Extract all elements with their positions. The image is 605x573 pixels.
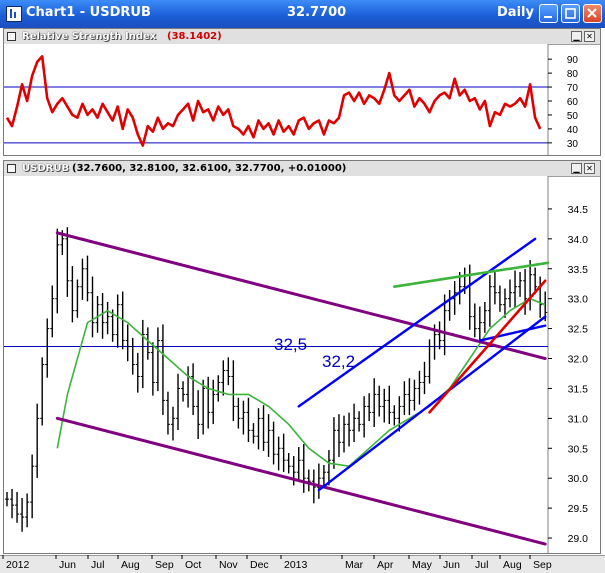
symbol-name: USDRUB: [22, 163, 70, 174]
window-title: Chart1 - USDRUB: [26, 5, 151, 20]
time-axis-label: 2012: [6, 559, 30, 571]
price-y-tick-label: 32.0: [568, 354, 589, 366]
price-y-tick-label: 34.0: [568, 234, 589, 246]
rsi-y-tick-label: 30: [567, 139, 579, 150]
chart-period[interactable]: Daily: [497, 5, 534, 20]
time-axis-label: Jul: [91, 559, 104, 571]
price-y-tick-label: 34.5: [568, 204, 589, 216]
time-axis-label: Dec: [250, 559, 269, 571]
price-pane-header: USDRUB (32.7600, 32.8100, 32.6100, 32.77…: [4, 161, 600, 177]
price-y-tick-label: 33.5: [568, 264, 589, 276]
close-icon: [587, 8, 597, 18]
minimize-icon: [544, 16, 552, 18]
price-y-tick-label: 30.0: [568, 473, 589, 485]
maximize-icon: [565, 8, 576, 19]
window-title-bar[interactable]: Chart1 - USDRUB 32.7700 Daily: [0, 0, 605, 28]
rsi-y-tick-label: 70: [567, 83, 579, 94]
pane-menu-icon[interactable]: [7, 32, 16, 41]
time-axis-label: Sep: [155, 559, 174, 571]
rsi-y-tick-label: 40: [567, 125, 579, 136]
rsi-plot-area: [4, 44, 548, 155]
time-axis-label: Jul: [475, 559, 488, 571]
rsi-y-tick-label: 60: [567, 97, 579, 108]
minimize-button[interactable]: [539, 4, 558, 23]
annotation-label: 32,2: [322, 352, 355, 371]
time-axis: 2012 Jun Jul Aug Sep Oct Nov Dec 2013 Mar Apr May Ju…: [2, 555, 552, 571]
pane-close-button[interactable]: ✕: [584, 31, 595, 42]
rsi-current-value: (38.1402): [167, 31, 222, 42]
rsi-y-tick-label: 50: [567, 111, 579, 122]
time-axis-label: Oct: [185, 559, 201, 571]
price-y-tick-label: 31.5: [568, 383, 589, 395]
rsi-y-tick-label: 90: [567, 55, 579, 66]
ohlc-values: (32.7600, 32.8100, 32.6100, 32.7700, +0.…: [72, 163, 347, 174]
chart-window-icon: [6, 6, 22, 22]
pane-close-button[interactable]: ✕: [584, 163, 595, 174]
time-axis-label: Jun: [59, 559, 76, 571]
time-axis-label: Mar: [345, 559, 364, 571]
time-axis-label: Aug: [503, 559, 522, 571]
time-axis-label: 2013: [284, 559, 308, 571]
time-axis-label: May: [412, 559, 433, 571]
price-y-tick-label: 32.5: [568, 324, 589, 336]
rsi-y-tick-label: 80: [567, 69, 579, 80]
rsi-chart[interactable]: 30 40 50 60 70 80 90: [4, 44, 600, 155]
price-y-tick-label: 29.0: [568, 533, 589, 545]
price-chart[interactable]: 29.0 29.5 30.0 30.5 31.0 31.5 32.0 32.5 33.0 33.5…: [4, 176, 600, 553]
time-axis-label: Apr: [377, 559, 394, 571]
price-y-tick-label: 30.5: [568, 443, 589, 455]
time-axis-label: Jun: [443, 559, 460, 571]
rsi-indicator-name: Relative Strength Index: [22, 31, 157, 42]
price-pane[interactable]: USDRUB (32.7600, 32.8100, 32.6100, 32.77…: [3, 160, 601, 554]
last-price: 32.7700: [287, 5, 347, 20]
close-button[interactable]: [583, 4, 602, 23]
time-axis-label: Aug: [121, 559, 140, 571]
time-axis-label: Nov: [219, 559, 238, 571]
time-axis-label: Sep: [533, 559, 552, 571]
rsi-pane[interactable]: Relative Strength Index (38.1402) ▁ ✕ 30…: [3, 28, 601, 156]
price-y-tick-label: 33.0: [568, 294, 589, 306]
pane-minimize-button[interactable]: ▁: [571, 31, 582, 42]
price-y-tick-label: 29.5: [568, 503, 589, 515]
rsi-pane-header: Relative Strength Index (38.1402) ▁ ✕: [4, 29, 600, 45]
annotation-label: 32,5: [274, 335, 307, 354]
pane-minimize-button[interactable]: ▁: [571, 163, 582, 174]
pane-menu-icon[interactable]: [7, 164, 16, 173]
price-y-tick-label: 31.0: [568, 413, 589, 425]
maximize-button[interactable]: [561, 4, 580, 23]
